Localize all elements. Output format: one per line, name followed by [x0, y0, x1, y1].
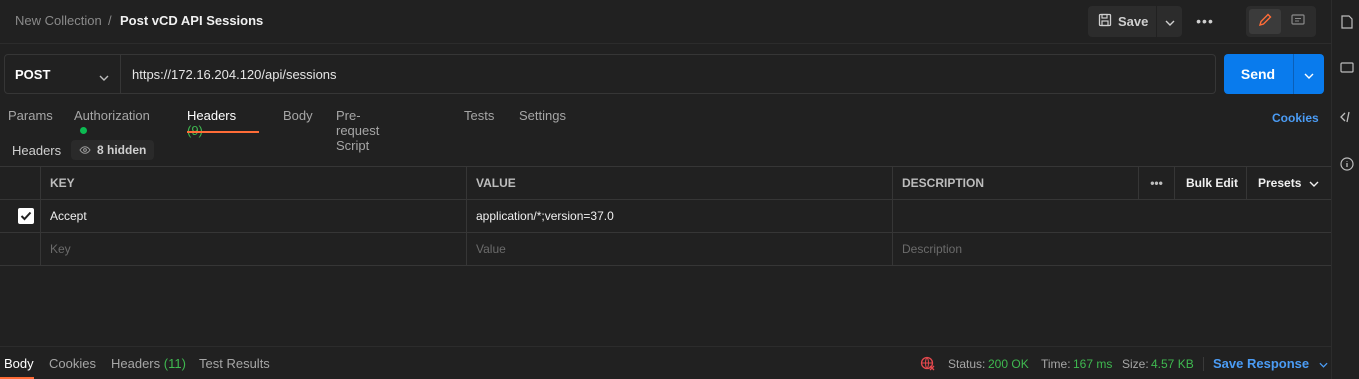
response-tab-headers[interactable]: Headers (11)	[111, 356, 186, 371]
request-editor: New Collection / Post vCD API Sessions S…	[0, 0, 1359, 379]
divider	[1203, 357, 1204, 371]
edit-mode-button[interactable]	[1249, 9, 1281, 34]
more-options-button[interactable]: •••	[1192, 10, 1218, 32]
time-label: Time:	[1041, 357, 1071, 371]
documentation-icon[interactable]	[1340, 15, 1354, 29]
comment-mode-button[interactable]	[1282, 9, 1314, 34]
column-options-button[interactable]: •••	[1139, 167, 1175, 199]
tab-headers-label: Headers	[187, 108, 237, 123]
hidden-headers-toggle[interactable]: 8 hidden	[71, 140, 155, 160]
response-tab-body[interactable]: Body	[4, 356, 34, 371]
save-button[interactable]: Save	[1088, 6, 1156, 37]
key-input[interactable]: Key	[41, 233, 467, 265]
chevron-down-icon	[1319, 356, 1328, 371]
response-tab-cookies[interactable]: Cookies	[49, 356, 96, 371]
response-tab-headers-label: Headers	[111, 356, 161, 371]
info-icon[interactable]	[1340, 157, 1354, 171]
save-options-button[interactable]	[1156, 6, 1182, 37]
header-value-cell[interactable]: application/*;version=37.0	[467, 200, 893, 232]
time-value[interactable]: 167 ms	[1073, 357, 1112, 371]
presets-button[interactable]: Presets	[1247, 167, 1331, 199]
checkmark-icon	[18, 208, 34, 224]
value-input[interactable]: Value	[467, 233, 893, 265]
bulk-edit-button[interactable]: Bulk Edit	[1175, 167, 1247, 199]
size-label: Size:	[1122, 357, 1149, 371]
view-toggle	[1246, 6, 1316, 37]
response-tab-test-results[interactable]: Test Results	[199, 356, 270, 371]
send-options-button[interactable]	[1293, 54, 1324, 94]
presets-label: Presets	[1258, 176, 1302, 190]
tab-body[interactable]: Body	[283, 108, 313, 134]
network-error-icon[interactable]	[920, 356, 935, 374]
save-response-label: Save Response	[1213, 356, 1310, 371]
chevron-down-icon	[99, 69, 109, 84]
status-dot	[80, 127, 87, 134]
breadcrumb-collection[interactable]: New Collection	[15, 13, 102, 28]
size-value[interactable]: 4.57 KB	[1151, 357, 1194, 371]
description-input[interactable]: Description	[893, 233, 1331, 265]
save-response-button[interactable]: Save Response	[1213, 356, 1328, 371]
right-sidebar	[1331, 0, 1359, 379]
key-column-header: KEY	[41, 167, 467, 199]
tab-settings[interactable]: Settings	[519, 108, 566, 134]
cookies-link[interactable]: Cookies	[1272, 111, 1319, 125]
chevron-down-icon	[1309, 176, 1319, 190]
tab-authorization-label: Authorization	[74, 108, 150, 123]
headers-table: KEY VALUE DESCRIPTION ••• Bulk Edit Pres…	[0, 166, 1331, 266]
active-tab-indicator	[187, 131, 259, 133]
chevron-down-icon	[1165, 14, 1175, 29]
status-value[interactable]: 200 OK	[988, 357, 1029, 371]
response-bar: Body Cookies Headers (11) Test Results S…	[0, 346, 1331, 379]
method-select[interactable]: POST	[5, 55, 121, 93]
tab-prerequest-script[interactable]: Pre-request Script	[336, 108, 379, 153]
request-title[interactable]: Post vCD API Sessions	[120, 13, 263, 28]
description-column-header: DESCRIPTION	[893, 167, 1139, 199]
send-button-group: Send	[1224, 54, 1324, 94]
select-column-header	[0, 167, 41, 199]
request-header-bar: New Collection / Post vCD API Sessions S…	[0, 0, 1331, 44]
header-key-cell[interactable]: Accept	[41, 200, 467, 232]
url-bar: POST https://172.16.204.120/api/sessions	[4, 54, 1216, 94]
save-label: Save	[1118, 14, 1149, 29]
tab-authorization[interactable]: Authorization	[74, 108, 150, 134]
header-description-cell[interactable]	[893, 200, 1331, 232]
breadcrumb-separator: /	[108, 13, 112, 28]
table-header-row: KEY VALUE DESCRIPTION ••• Bulk Edit Pres…	[0, 167, 1331, 200]
method-label: POST	[15, 66, 51, 82]
comment-icon	[1291, 13, 1305, 30]
pencil-icon	[1258, 13, 1272, 30]
hidden-headers-label: 8 hidden	[97, 143, 147, 157]
row-checkbox-empty	[0, 233, 41, 265]
save-button-group: Save	[1088, 6, 1182, 37]
status-label: Status:	[948, 357, 986, 371]
eye-icon	[79, 143, 91, 157]
response-tab-headers-count: (11)	[163, 356, 186, 371]
tab-tests[interactable]: Tests	[464, 108, 494, 134]
table-row: Accept application/*;version=37.0	[0, 200, 1331, 233]
send-button[interactable]: Send	[1224, 54, 1292, 94]
chevron-down-icon	[1304, 67, 1314, 82]
comments-icon[interactable]	[1340, 61, 1354, 75]
value-column-header: VALUE	[467, 167, 893, 199]
url-input[interactable]: https://172.16.204.120/api/sessions	[132, 67, 337, 82]
code-icon[interactable]	[1340, 110, 1354, 124]
save-icon	[1098, 13, 1112, 30]
tab-params[interactable]: Params	[8, 108, 53, 134]
headers-section-label: Headers	[12, 143, 62, 158]
table-row-new: Key Value Description	[0, 233, 1331, 266]
row-checkbox[interactable]	[0, 200, 41, 232]
